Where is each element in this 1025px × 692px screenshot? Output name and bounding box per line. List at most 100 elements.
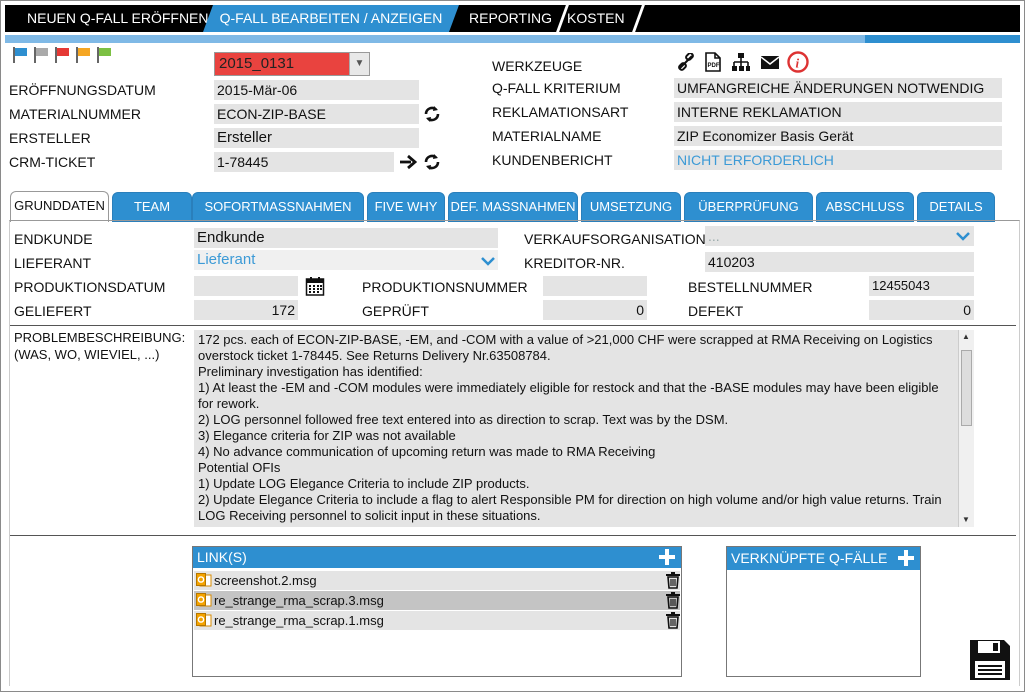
nav-edit-case[interactable]: Q-FALL BEARBEITEN / ANZEIGEN	[203, 5, 459, 32]
verkaufsorganisation-select[interactable]: ...	[705, 226, 974, 246]
links-header: LINK(S)	[193, 547, 681, 568]
tab-team[interactable]: TEAM	[112, 192, 192, 222]
geliefert-field[interactable]: 172	[194, 300, 298, 320]
sitemap-icon[interactable]	[731, 52, 751, 72]
endkunde-field[interactable]: Endkunde	[194, 228, 498, 248]
flag-red-icon[interactable]	[55, 47, 69, 63]
info-icon[interactable]: i	[787, 51, 809, 73]
materialnummer-field[interactable]: ECON-ZIP-BASE	[214, 104, 419, 124]
link-file-name[interactable]: re_strange_rma_scrap.1.msg	[214, 611, 384, 630]
flag-grey-icon[interactable]	[34, 47, 48, 63]
related-cases-panel: VERKNÜPFTE Q-FÄLLE	[726, 546, 921, 677]
geprueft-label: GEPRÜFT	[362, 303, 429, 319]
flag-blue-icon[interactable]	[13, 47, 27, 63]
tab-five-why[interactable]: FIVE WHY	[367, 192, 445, 222]
flag-orange-icon[interactable]	[76, 47, 90, 63]
kundenbericht-field[interactable]: NICHT ERFORDERLICH	[674, 150, 1002, 170]
link-file-row[interactable]: re_strange_rma_scrap.3.msg	[194, 591, 680, 610]
lieferant-value: Lieferant	[197, 251, 256, 268]
problem-line: 2) Update Elegance Criteria to include a…	[198, 492, 942, 507]
kreditor-field: 410203	[705, 252, 974, 272]
kreditor-label: KREDITOR-NR.	[524, 255, 625, 271]
related-cases-header: VERKNÜPFTE Q-FÄLLE	[727, 547, 920, 570]
mail-envelope-icon[interactable]	[760, 55, 780, 70]
eroeffnungsdatum-field: 2015-Mär-06	[214, 80, 419, 100]
problem-line: Potential OFIs	[198, 460, 281, 475]
lieferant-label: LIEFERANT	[14, 255, 92, 271]
divider	[10, 535, 1016, 536]
crm-ticket-label: CRM-TICKET	[9, 154, 96, 170]
problem-line: overstock ticket 1-78445. See Returns De…	[198, 348, 551, 363]
produktionsdatum-label: PRODUKTIONSDATUM	[14, 279, 166, 295]
defekt-field[interactable]: 0	[869, 300, 974, 320]
pdf-document-icon[interactable]: PDF	[704, 52, 722, 72]
link-file-name[interactable]: screenshot.2.msg	[214, 571, 317, 590]
refresh-icon[interactable]	[423, 105, 441, 123]
case-select-value: 2015_0131	[219, 55, 295, 72]
flag-green-icon[interactable]	[97, 47, 111, 63]
problembeschreibung-hint: (WAS, WO, WIEVIEL, ...)	[14, 347, 160, 362]
link-chain-icon[interactable]	[677, 53, 695, 71]
reklamationsart-label: REKLAMATIONSART	[492, 104, 629, 120]
tab-details[interactable]: DETAILS	[917, 192, 995, 222]
tab-umsetzung[interactable]: UMSETZUNG	[581, 192, 681, 222]
calendar-icon[interactable]	[305, 276, 325, 296]
case-select[interactable]: 2015_0131 ▼	[214, 52, 370, 76]
outlook-msg-icon	[196, 613, 212, 627]
chevron-down-icon[interactable]: ▼	[349, 53, 369, 75]
link-file-name[interactable]: re_strange_rma_scrap.3.msg	[214, 591, 384, 610]
kriterium-label: Q-FALL KRITERIUM	[492, 80, 621, 96]
lieferant-select[interactable]: Lieferant	[194, 250, 498, 270]
trash-icon[interactable]	[666, 592, 680, 609]
tab-sofortmassnahmen[interactable]: SOFORTMASSNAHMEN	[192, 192, 364, 222]
tab-abschluss[interactable]: ABSCHLUSS	[816, 192, 914, 222]
progress-bar	[5, 35, 1020, 43]
link-file-row[interactable]: re_strange_rma_scrap.1.msg	[194, 611, 680, 630]
tab-grunddaten[interactable]: GRUNDDATEN	[10, 191, 109, 222]
problem-line: 1) Update LOG Elegance Criteria to inclu…	[198, 476, 530, 491]
divider	[10, 325, 1016, 326]
tab-def-massnahmen[interactable]: DEF. MASSNAHMEN	[448, 192, 578, 222]
kriterium-field[interactable]: UMFANGREICHE ÄNDERUNGEN NOTWENDIG	[674, 78, 1002, 98]
problem-line: 1) At least the -EM and -COM modules wer…	[198, 380, 939, 395]
textarea-scrollbar[interactable]: ▲ ▼	[958, 330, 974, 527]
add-link-icon[interactable]	[659, 549, 675, 565]
nav-reporting[interactable]: REPORTING	[455, 5, 566, 32]
link-file-row[interactable]: screenshot.2.msg	[194, 571, 680, 590]
produktionsnummer-field[interactable]	[543, 276, 647, 296]
geprueft-field[interactable]: 0	[543, 300, 647, 320]
eroeffnungsdatum-label: ERÖFFNUNGSDATUM	[9, 82, 156, 98]
chevron-down-icon[interactable]	[956, 231, 970, 241]
trash-icon[interactable]	[666, 612, 680, 629]
verkaufsorganisation-value: ...	[708, 228, 720, 244]
produktionsdatum-field[interactable]	[194, 276, 298, 296]
materialname-label: MATERIALNAME	[492, 128, 602, 144]
ersteller-field[interactable]: Ersteller	[214, 128, 419, 148]
chevron-down-icon[interactable]	[481, 256, 495, 266]
trash-icon[interactable]	[666, 572, 680, 589]
crm-ticket-field[interactable]: 1-78445	[214, 152, 394, 172]
add-related-case-icon[interactable]	[898, 550, 914, 566]
tab-ueberpruefung[interactable]: ÜBERPRÜFUNG	[684, 192, 813, 222]
arrow-right-icon[interactable]	[399, 153, 417, 171]
scrollbar-thumb[interactable]	[961, 350, 972, 426]
links-title: LINK(S)	[197, 549, 247, 565]
refresh-icon[interactable]	[423, 153, 441, 171]
materialname-field: ZIP Economizer Basis Gerät	[674, 126, 1002, 146]
problem-line: 3) Elegance criteria for ZIP was not ava…	[198, 428, 456, 443]
bestellnummer-field[interactable]: 12455043	[869, 276, 974, 296]
materialnummer-label: MATERIALNUMMER	[9, 106, 141, 122]
nav-kosten[interactable]: KOSTEN	[553, 5, 639, 32]
werkzeuge-label: WERKZEUGE	[492, 58, 583, 74]
problembeschreibung-textarea[interactable]: 172 pcs. each of ECON-ZIP-BASE, -EM, and…	[194, 330, 974, 527]
ersteller-label: ERSTELLER	[9, 130, 91, 146]
produktionsnummer-label: PRODUKTIONSNUMMER	[362, 279, 528, 295]
geliefert-label: GELIEFERT	[14, 303, 92, 319]
save-floppy-icon[interactable]	[968, 638, 1012, 682]
kundenbericht-label: KUNDENBERICHT	[492, 152, 613, 168]
scroll-up-icon[interactable]: ▲	[962, 332, 970, 341]
reklamationsart-field[interactable]: INTERNE REKLAMATION	[674, 102, 1002, 122]
problem-line: LOG Receiving personnel to solicit input…	[198, 508, 541, 523]
nav-new-case[interactable]: NEUEN Q-FALL ERÖFFNEN	[13, 5, 223, 32]
scroll-down-icon[interactable]: ▼	[962, 515, 970, 524]
